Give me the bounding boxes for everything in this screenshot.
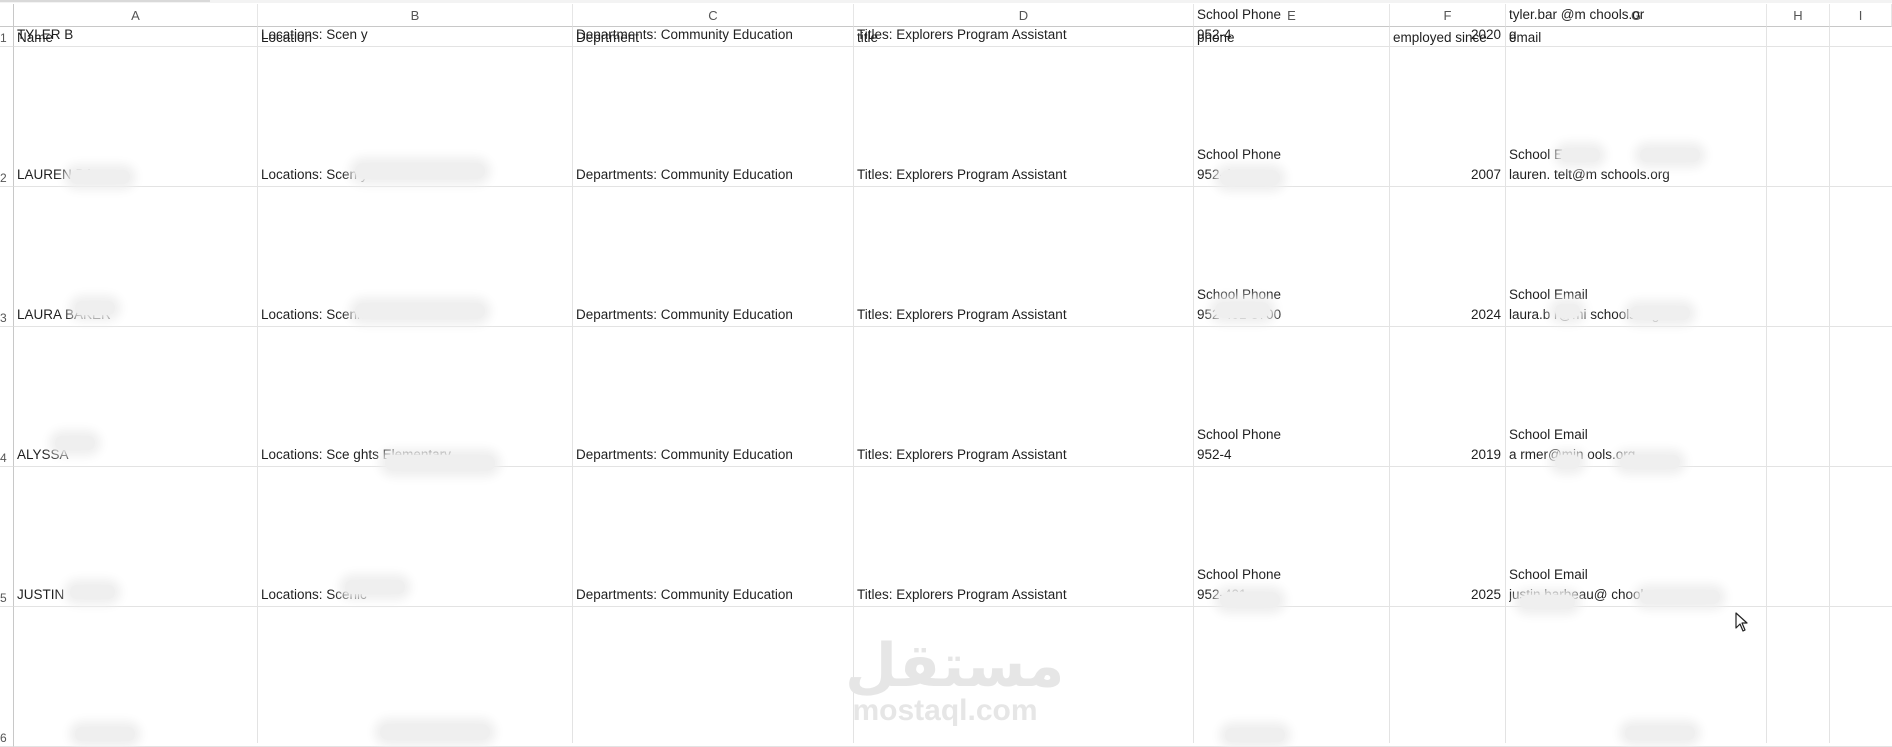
mouse-pointer-icon: [1735, 612, 1748, 632]
redaction-blur: [380, 724, 490, 740]
cell-department[interactable]: Departments: Community Education: [576, 445, 849, 465]
select-all-corner[interactable]: [0, 4, 14, 27]
cell-name[interactable]: ALYSSA: [17, 445, 253, 465]
row-header-4[interactable]: 4: [0, 327, 14, 467]
redaction-blur: [70, 170, 130, 184]
redaction-blur: [1225, 728, 1285, 742]
cell-phone-label[interactable]: School Phone: [1197, 565, 1385, 585]
watermark-arabic: مستقل: [845, 631, 1065, 701]
row-number: 1: [0, 31, 7, 45]
column-gridline: [257, 27, 258, 743]
cell-email-label[interactable]: School Email: [1509, 145, 1762, 165]
redaction-blur: [75, 727, 135, 741]
row-number: 5: [0, 591, 7, 605]
cell-employed-since[interactable]: 2020: [1393, 25, 1501, 45]
row-number: 2: [0, 171, 7, 185]
redaction-blur: [1640, 148, 1700, 162]
column-gridline: [572, 27, 573, 743]
column-header-b[interactable]: B: [258, 4, 573, 27]
cell-title[interactable]: Titles: Explorers Program Assistant: [857, 25, 1189, 45]
watermark-latin: mostaql.com: [852, 694, 1038, 727]
cell-name[interactable]: LAURA BAKER: [17, 305, 253, 325]
redaction-blur: [355, 163, 485, 179]
cell-phone-label[interactable]: School Phone: [1197, 145, 1385, 165]
column-header-d[interactable]: D: [854, 4, 1194, 27]
redaction-blur: [1555, 455, 1580, 469]
redaction-blur: [1630, 306, 1690, 320]
redaction-blur: [1555, 304, 1580, 318]
redaction-blur: [385, 455, 495, 471]
cell-department[interactable]: Departments: Community Education: [576, 305, 849, 325]
cell-phone-label[interactable]: School Phone: [1197, 5, 1385, 25]
redaction-blur: [355, 303, 485, 319]
cell-employed-since[interactable]: 2007: [1393, 165, 1501, 185]
column-header-a[interactable]: A: [14, 4, 258, 27]
column-header-f[interactable]: F: [1390, 4, 1506, 27]
redaction-blur: [70, 585, 115, 599]
cell-title[interactable]: Titles: Explorers Program Assistant: [857, 585, 1189, 605]
cell-email-label[interactable]: School Email: [1509, 565, 1762, 585]
cell-phone[interactable]: 952-4: [1197, 25, 1385, 45]
cell-email-label[interactable]: School Email: [1509, 285, 1762, 305]
column-header-i[interactable]: I: [1830, 4, 1892, 27]
column-gridline: [853, 27, 854, 743]
sheet-tab-indicator: [0, 0, 210, 2]
redaction-blur: [1625, 726, 1695, 740]
cell-name[interactable]: JUSTIN: [17, 585, 253, 605]
column-gridline: [1766, 27, 1767, 743]
redaction-blur: [55, 436, 95, 450]
row-header-2[interactable]: 2: [0, 47, 14, 187]
row-header-5[interactable]: 5: [0, 467, 14, 607]
column-header-c[interactable]: C: [573, 4, 854, 27]
cell-email[interactable]: lauren. telt@m schools.org: [1509, 165, 1762, 185]
cell-phone-label[interactable]: School Phone: [1197, 425, 1385, 445]
cell-employed-since[interactable]: 2019: [1393, 445, 1501, 465]
row-gridline: [14, 186, 1892, 187]
cell-title[interactable]: Titles: Explorers Program Assistant: [857, 445, 1189, 465]
column-gridline: [1193, 27, 1194, 743]
column-gridline: [1829, 27, 1830, 743]
cell-title[interactable]: Titles: Explorers Program Assistant: [857, 165, 1189, 185]
row-gridline: [14, 606, 1892, 607]
cell-employed-since[interactable]: 2024: [1393, 305, 1501, 325]
cell-location[interactable]: Locations: Scenic: [261, 585, 568, 605]
cell-location[interactable]: Locations: Scen y: [261, 25, 568, 45]
column-header-h[interactable]: H: [1767, 4, 1830, 27]
redaction-blur: [1220, 170, 1280, 186]
column-gridline: [1389, 27, 1390, 743]
column-gridline: [1505, 27, 1506, 743]
redaction-blur: [1620, 455, 1680, 469]
row-header-6[interactable]: 6: [0, 607, 14, 747]
cell-title[interactable]: Titles: Explorers Program Assistant: [857, 305, 1189, 325]
cell-name[interactable]: TYLER B: [17, 25, 253, 45]
redaction-blur: [1215, 302, 1270, 318]
cell-email[interactable]: tyler.bar @m chools.or: [1509, 5, 1762, 25]
row-gridline: [14, 326, 1892, 327]
redaction-blur: [1520, 595, 1575, 609]
cell-email-label[interactable]: School Email: [1509, 425, 1762, 445]
row-gridline: [14, 466, 1892, 467]
cell-name[interactable]: LAUREN BA: [17, 165, 253, 185]
redaction-blur: [75, 301, 115, 315]
row-header-3[interactable]: 3: [0, 187, 14, 327]
cell-employed-since[interactable]: 2025: [1393, 585, 1501, 605]
cell-department[interactable]: Departments: Community Education: [576, 585, 849, 605]
cell-department[interactable]: Departments: Community Education: [576, 25, 849, 45]
cell-department[interactable]: Departments: Community Education: [576, 165, 849, 185]
redaction-blur: [1640, 590, 1720, 604]
watermark: مستقل mostaql.com: [845, 631, 1065, 727]
cell-phone[interactable]: 952-4: [1197, 445, 1385, 465]
row-header-1[interactable]: 1: [0, 27, 14, 47]
redaction-blur: [1560, 148, 1600, 162]
redaction-blur: [345, 580, 405, 594]
row-number: 4: [0, 451, 7, 465]
cell-email-wrap[interactable]: g: [1509, 25, 1762, 45]
redaction-blur: [1220, 592, 1280, 608]
row-number: 3: [0, 311, 7, 325]
